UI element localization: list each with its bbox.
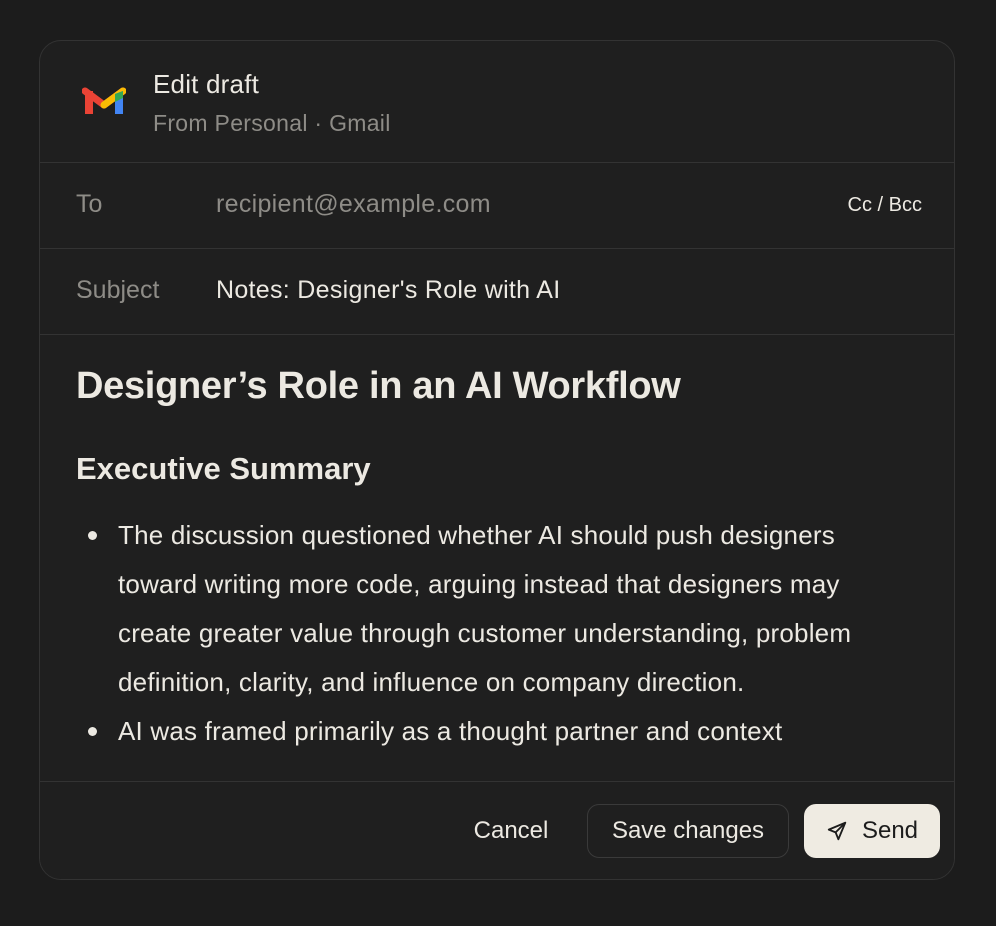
subject-label: Subject: [76, 276, 160, 304]
dialog-subtitle: From Personal · Gmail: [153, 110, 391, 136]
dialog-footer: Cancel Save changes Send: [40, 781, 954, 879]
body-section-heading: Executive Summary: [76, 451, 371, 486]
edit-draft-dialog: Edit draft From Personal · Gmail To reci…: [39, 40, 955, 880]
dialog-title: Edit draft: [153, 69, 260, 99]
body-heading: Designer’s Role in an AI Workflow: [76, 365, 681, 407]
save-changes-button[interactable]: Save changes: [587, 804, 789, 858]
paper-plane-icon: [827, 821, 847, 841]
bullet-item: AI was framed primarily as a thought par…: [76, 707, 916, 756]
summary-bullet-list: The discussion questioned whether AI sho…: [76, 511, 916, 756]
bullet-dot-icon: [88, 531, 97, 540]
message-body-editor[interactable]: Designer’s Role in an AI Workflow Execut…: [40, 335, 954, 781]
cancel-button[interactable]: Cancel: [454, 804, 568, 858]
to-input[interactable]: recipient@example.com: [216, 190, 491, 219]
bullet-item: The discussion questioned whether AI sho…: [76, 511, 916, 707]
bullet-dot-icon: [88, 727, 97, 736]
subject-row: Subject Notes: Designer's Role with AI: [40, 248, 954, 335]
bullet-text: AI was framed primarily as a thought par…: [118, 716, 783, 746]
to-row: To recipient@example.com Cc / Bcc: [40, 162, 954, 249]
send-button[interactable]: Send: [804, 804, 940, 858]
to-label: To: [76, 190, 103, 218]
gmail-logo-icon: [82, 87, 126, 114]
send-label: Send: [861, 817, 919, 844]
subject-input[interactable]: Notes: Designer's Role with AI: [216, 276, 560, 305]
cc-bcc-toggle[interactable]: Cc / Bcc: [848, 194, 922, 217]
bullet-text: The discussion questioned whether AI sho…: [118, 520, 852, 697]
dialog-header: Edit draft From Personal · Gmail: [40, 41, 954, 163]
